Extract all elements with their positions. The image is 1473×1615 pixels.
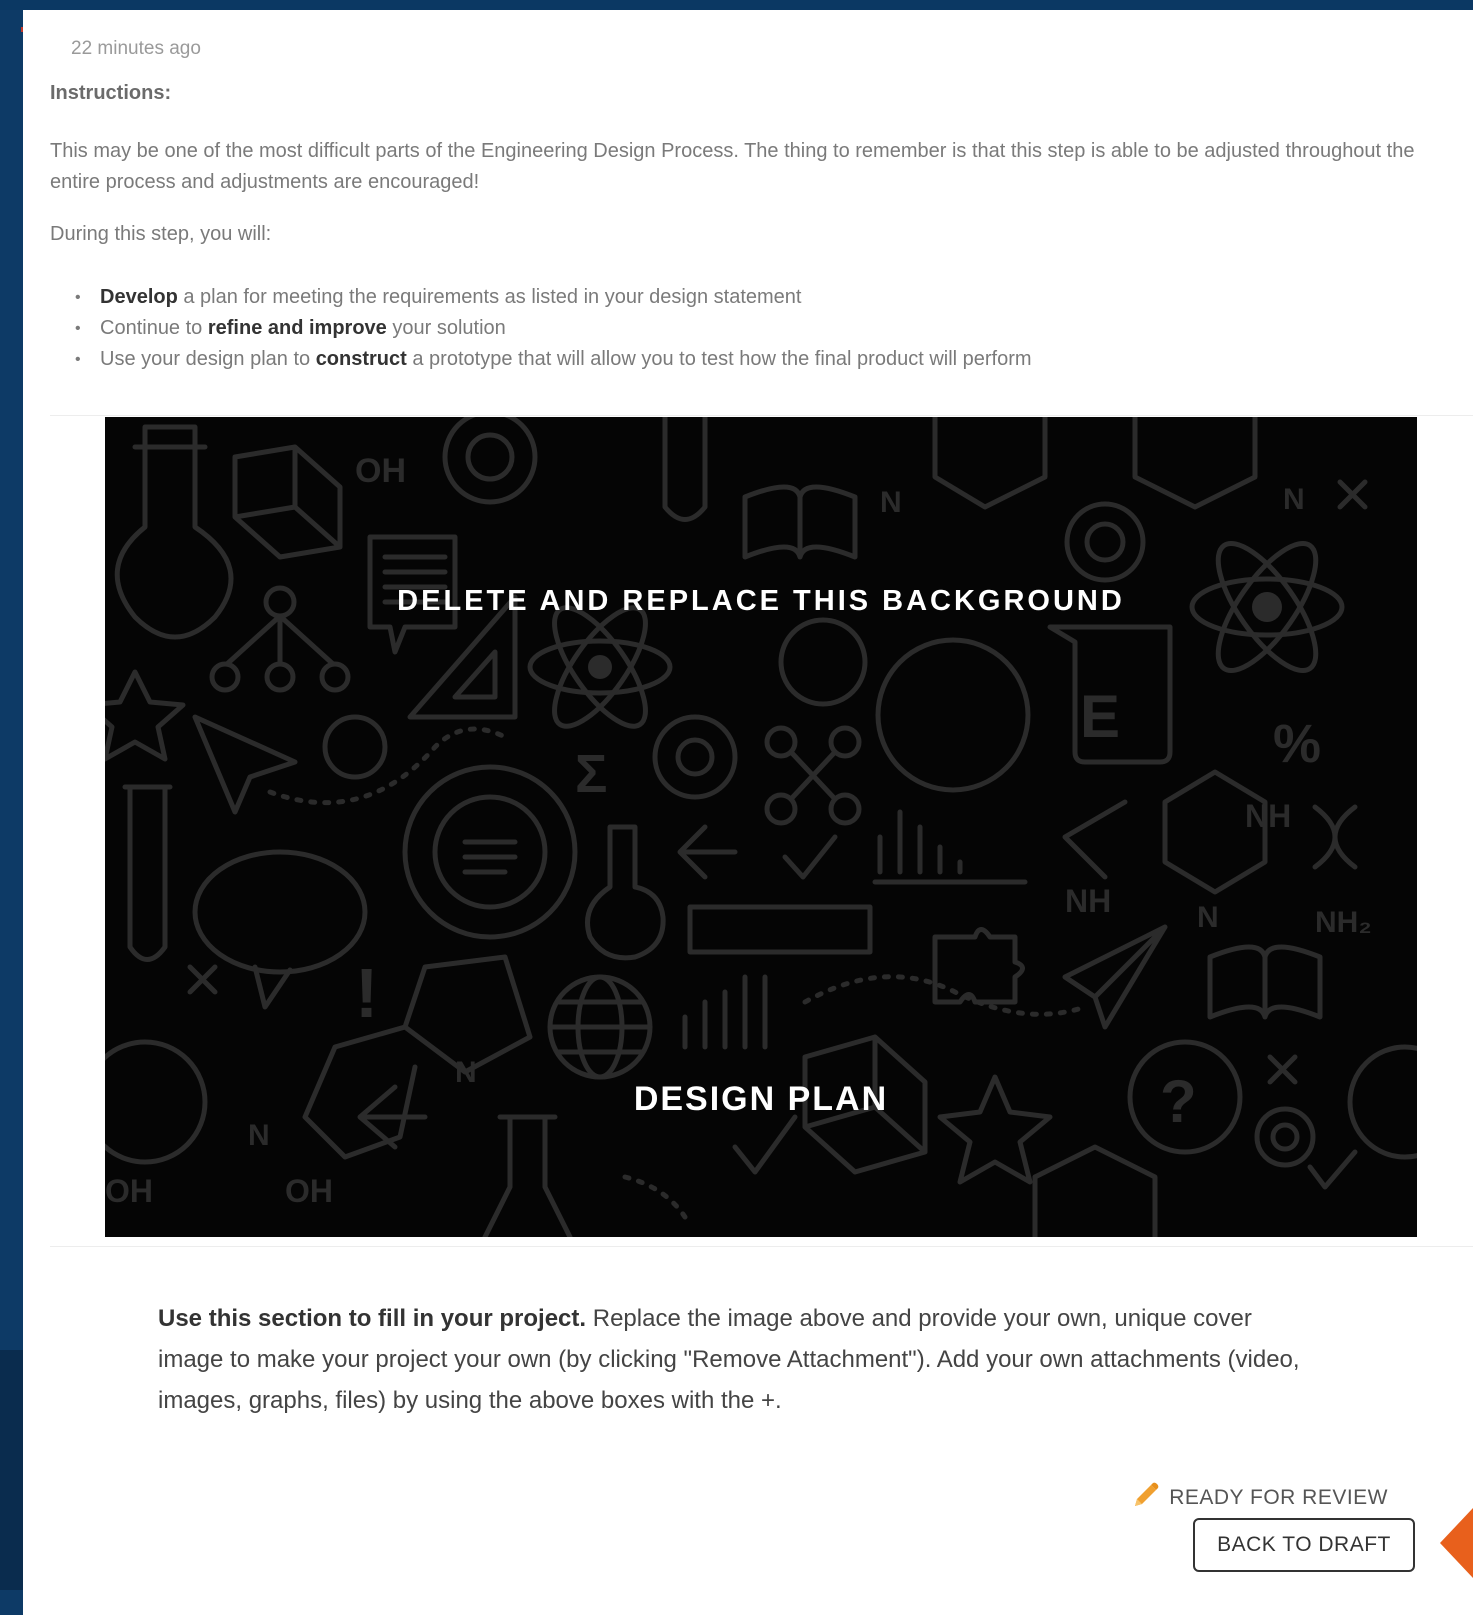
doodle-label: N [248, 1119, 270, 1152]
project-step-panel: 22 minutes ago Instructions: This may be… [23, 10, 1473, 1615]
instructions-list: Develop a plan for meeting the requireme… [75, 282, 1032, 375]
doodle-label: N [880, 486, 902, 519]
review-status: READY FOR REVIEW [1131, 1480, 1388, 1515]
doodle-label: ! [355, 954, 378, 1032]
instructions-paragraph: This may be one of the most difficult pa… [50, 140, 1415, 193]
list-item: Continue to refine and improve your solu… [75, 313, 1032, 344]
during-step-label: During this step, you will: [50, 223, 272, 245]
doodle-label: N [1197, 901, 1219, 934]
doodle-label: N [1283, 483, 1305, 516]
pencil-icon [1131, 1480, 1161, 1515]
doodle-label: OH [105, 1173, 153, 1209]
doodle-label: E [1080, 683, 1120, 750]
doodle-label: OH [355, 452, 406, 490]
list-item: Develop a plan for meeting the requireme… [75, 282, 1032, 313]
project-note: Use this section to fill in your project… [158, 1305, 1300, 1414]
doodle-label: NH [1065, 883, 1111, 919]
back-to-draft-button[interactable]: BACK TO DRAFT [1193, 1518, 1415, 1572]
instructions-heading: Instructions: [50, 82, 172, 104]
doodle-label: Σ [575, 744, 607, 804]
left-sidebar-lower [0, 1350, 23, 1590]
cover-image[interactable]: OH N N NH NH N NH₂ N OH OH N E Σ ? % ! D… [105, 417, 1417, 1237]
divider [50, 415, 1473, 416]
doodle-label: OH [285, 1173, 333, 1209]
status-label: READY FOR REVIEW [1169, 1485, 1388, 1509]
list-item: Use your design plan to construct a prot… [75, 344, 1032, 375]
doodle-label: NH₂ [1315, 906, 1372, 939]
window-top-bar [0, 0, 1473, 10]
doodle-label: % [1273, 714, 1321, 774]
divider [50, 1246, 1473, 1247]
pointer-arrow-icon [1440, 1508, 1473, 1578]
cover-subtitle: DESIGN PLAN [633, 1080, 889, 1118]
timestamp: 22 minutes ago [71, 38, 201, 59]
doodle-label: NH [1245, 798, 1291, 834]
left-sidebar-edge [0, 10, 23, 1615]
cover-headline: DELETE AND REPLACE THIS BACKGROUND [397, 585, 1125, 617]
